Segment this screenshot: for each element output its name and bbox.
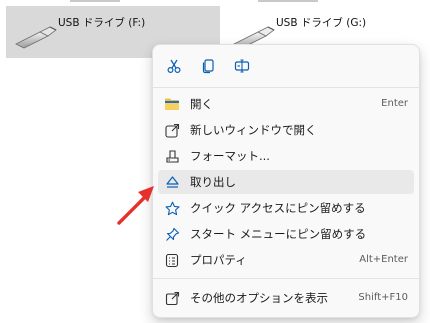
menu-item-open-new-window[interactable]: 新しいウィンドウで開く: [158, 118, 414, 142]
scissors-icon: [167, 59, 181, 74]
properties-icon: [164, 252, 180, 268]
menu-item-properties[interactable]: プロパティ Alt+Enter: [158, 248, 414, 272]
menu-item-label: その他のオプションを表示: [190, 291, 328, 305]
rename-icon: [234, 59, 250, 73]
format-drive-icon: [164, 148, 180, 164]
eject-icon: [164, 174, 180, 190]
menu-item-shortcut: Alt+Enter: [359, 254, 408, 265]
menu-item-label: 新しいウィンドウで開く: [190, 123, 317, 137]
menu-item-format[interactable]: フォーマット...: [158, 144, 414, 168]
folder-icon: [164, 96, 180, 112]
menu-item-label: フォーマット...: [190, 149, 270, 163]
menu-item-label: プロパティ: [190, 253, 247, 267]
menu-item-shortcut: Enter: [381, 98, 408, 109]
star-icon: [164, 200, 180, 216]
copy-icon: [202, 59, 214, 74]
menu-item-label: 取り出し: [190, 175, 236, 189]
menu-separator: [153, 278, 419, 279]
menu-item-shortcut: Shift+F10: [358, 292, 408, 303]
menu-item-open[interactable]: 開く Enter: [158, 92, 414, 116]
quick-actions-row: [153, 45, 419, 87]
drive-label: USB ドライブ (F:): [58, 17, 146, 29]
menu-item-label: クイック アクセスにピン留めする: [190, 201, 366, 215]
cut-button[interactable]: [161, 53, 187, 79]
menu-item-pin-quick-access[interactable]: クイック アクセスにピン留めする: [158, 196, 414, 220]
copy-button[interactable]: [195, 53, 221, 79]
menu-item-label: スタート メニューにピン留めする: [190, 227, 367, 241]
menu-item-more-options[interactable]: その他のオプションを表示 Shift+F10: [158, 286, 414, 310]
menu-item-label: 開く: [190, 97, 213, 111]
context-menu: 開く Enter 新しいウィンドウで開く フォーマット... 取り出し クイック…: [152, 44, 420, 318]
rename-button[interactable]: [229, 53, 255, 79]
drive-label: USB ドライブ (G:): [276, 17, 367, 29]
usb-drive-icon: [15, 26, 57, 49]
annotation-arrow: [117, 186, 154, 225]
pin-icon: [164, 226, 180, 242]
menu-item-eject[interactable]: 取り出し: [158, 170, 414, 194]
menu-item-pin-start[interactable]: スタート メニューにピン留めする: [158, 222, 414, 246]
open-new-window-icon: [164, 122, 180, 138]
more-options-icon: [164, 290, 180, 306]
menu-separator: [153, 87, 419, 88]
